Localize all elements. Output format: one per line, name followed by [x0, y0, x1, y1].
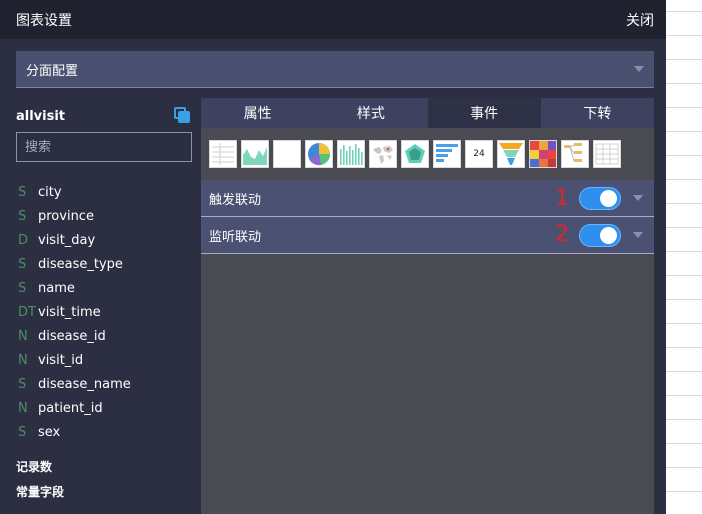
listen-linkage-row[interactable]: 监听联动 2: [201, 217, 654, 254]
field-item[interactable]: Sname: [18, 276, 131, 300]
tab-drilldown[interactable]: 下转: [540, 98, 654, 128]
field-item[interactable]: Ndisease_id: [18, 324, 131, 348]
toggle-knob: [600, 227, 617, 244]
field-list: Scity Sprovince Dvisit_day Sdisease_type…: [18, 180, 131, 444]
facet-config-label: 分面配置: [26, 63, 79, 79]
field-item[interactable]: Ssex: [18, 420, 131, 444]
pie-chart-icon[interactable]: [305, 140, 333, 168]
field-name: disease_name: [38, 376, 131, 392]
field-name: sex: [38, 424, 61, 440]
field-type-badge: D: [18, 232, 29, 248]
tab-events[interactable]: 事件: [427, 98, 541, 128]
funnel-chart-icon[interactable]: [497, 140, 525, 168]
field-name: visit_time: [38, 304, 101, 320]
kpi-number-icon[interactable]: 24: [465, 140, 493, 168]
config-tabs: 属性 样式 事件 下转: [201, 98, 654, 128]
tab-style[interactable]: 样式: [314, 98, 428, 128]
field-panel: allvisit Scity Sprovince Dvisit_day Sdis…: [0, 98, 201, 514]
field-type-badge: DT: [18, 304, 36, 320]
field-name: disease_type: [38, 256, 123, 272]
facet-config-dropdown[interactable]: 分面配置: [16, 51, 654, 88]
field-type-badge: N: [18, 352, 28, 368]
field-search-input[interactable]: [16, 132, 192, 162]
map-chart-icon[interactable]: [369, 140, 397, 168]
listen-linkage-toggle[interactable]: [579, 224, 621, 247]
field-item[interactable]: Sprovince: [18, 204, 131, 228]
trigger-linkage-label: 触发联动: [209, 192, 262, 208]
field-type-badge: S: [18, 208, 27, 224]
field-name: patient_id: [38, 400, 103, 416]
field-name: name: [38, 280, 75, 296]
trigger-linkage-toggle[interactable]: [579, 187, 621, 210]
field-item[interactable]: Dvisit_day: [18, 228, 131, 252]
chevron-down-icon[interactable]: [633, 195, 643, 201]
field-name: disease_id: [38, 328, 106, 344]
listen-linkage-label: 监听联动: [209, 229, 262, 245]
field-name: visit_id: [38, 352, 84, 368]
annotation-marker-2: 2: [555, 222, 569, 247]
field-name: province: [38, 208, 94, 224]
field-type-badge: N: [18, 400, 28, 416]
field-item[interactable]: Sdisease_type: [18, 252, 131, 276]
heatmap-icon[interactable]: [529, 140, 557, 168]
field-item[interactable]: DT visit_time: [18, 300, 131, 324]
record-count-item[interactable]: 记录数: [16, 458, 52, 475]
field-type-badge: S: [18, 184, 27, 200]
annotation-marker-1: 1: [555, 186, 569, 211]
tree-chart-icon[interactable]: [561, 140, 589, 168]
chevron-down-icon: [634, 66, 644, 72]
grid-table-icon[interactable]: [209, 140, 237, 168]
radar-chart-icon[interactable]: [401, 140, 429, 168]
copy-icon[interactable]: [174, 107, 192, 125]
field-type-badge: S: [18, 256, 27, 272]
field-item[interactable]: Nvisit_id: [18, 348, 131, 372]
chart-type-thumbnails: 24: [201, 128, 654, 180]
dialog-title: 图表设置: [16, 12, 72, 29]
constant-fields-item[interactable]: 常量字段: [16, 483, 64, 500]
field-item[interactable]: Npatient_id: [18, 396, 131, 420]
close-button[interactable]: 关闭: [626, 10, 654, 30]
datasource-name: allvisit: [16, 108, 66, 124]
chevron-down-icon[interactable]: [633, 232, 643, 238]
field-type-badge: S: [18, 424, 27, 440]
bar-chart-icon[interactable]: [337, 140, 365, 168]
field-item[interactable]: Scity: [18, 180, 131, 204]
tab-properties[interactable]: 属性: [201, 98, 315, 128]
field-item[interactable]: Sdisease_name: [18, 372, 131, 396]
blank-chart-icon[interactable]: [273, 140, 301, 168]
datasource-header: allvisit: [16, 106, 192, 126]
field-name: visit_day: [38, 232, 96, 248]
field-type-badge: S: [18, 376, 27, 392]
field-type-badge: N: [18, 328, 28, 344]
pivot-table-icon[interactable]: [593, 140, 621, 168]
trigger-linkage-row[interactable]: 触发联动 1: [201, 180, 654, 217]
config-panel: 属性 样式 事件 下转 24 触发联动 1 监听联动 2: [201, 98, 654, 514]
dialog-titlebar: 图表设置 关闭: [0, 0, 666, 39]
chart-settings-dialog: 图表设置 关闭 分面配置 allvisit Scity Sprovince Dv…: [0, 0, 666, 514]
horizontal-bar-icon[interactable]: [433, 140, 461, 168]
area-chart-icon[interactable]: [241, 140, 269, 168]
field-type-badge: S: [18, 280, 27, 296]
field-name: city: [38, 184, 62, 200]
toggle-knob: [600, 190, 617, 207]
